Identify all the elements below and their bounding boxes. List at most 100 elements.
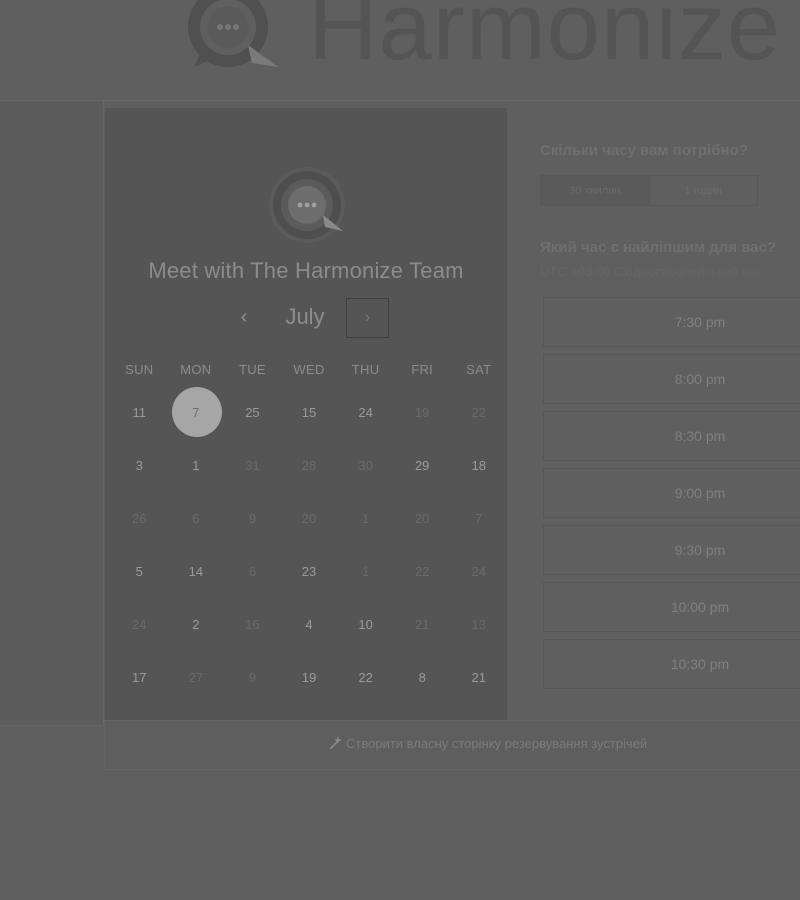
day-number: 17	[132, 670, 147, 685]
day-number: 11	[132, 405, 147, 420]
day-cell: 9	[224, 492, 281, 545]
day-number: 16	[245, 617, 260, 632]
magic-wand-icon	[329, 736, 342, 750]
day-number: 31	[245, 458, 260, 473]
day-cell[interactable]: 11	[111, 386, 168, 439]
time-slot-button[interactable]: 10:00 pm	[543, 582, 800, 632]
day-cell: 1	[337, 545, 394, 598]
day-cell: 28	[281, 439, 338, 492]
day-cell[interactable]: 19	[281, 651, 338, 704]
day-cell[interactable]: 25	[224, 386, 281, 439]
month-navigation: ‹ July ›	[105, 298, 507, 338]
day-number: 1	[361, 564, 370, 579]
day-number: 1	[361, 511, 370, 526]
timezone-label[interactable]: UTC +03:00 Східноєвропейський час	[540, 264, 800, 279]
day-cell: 27	[168, 651, 225, 704]
day-number: 2	[192, 617, 200, 632]
day-cell[interactable]: 29	[394, 439, 451, 492]
previous-month-button[interactable]: ‹	[231, 298, 257, 338]
day-cell[interactable]: 4	[281, 598, 338, 651]
time-slot-button[interactable]: 9:00 pm	[543, 468, 800, 518]
day-number: 7	[475, 511, 483, 526]
day-cell: 30	[337, 439, 394, 492]
time-slot-button[interactable]: 7:30 pm	[543, 297, 800, 347]
calendar-week-row: 3 1 31 28 30 29 18	[111, 439, 507, 492]
day-number: 21	[471, 670, 486, 685]
day-cell[interactable]: 3	[111, 439, 168, 492]
time-slot-button[interactable]: 10:30 pm	[543, 639, 800, 689]
day-cell[interactable]: 2	[168, 598, 225, 651]
day-number: 19	[301, 670, 317, 685]
duration-30-minutes-button[interactable]: 30 хвилин	[541, 176, 650, 205]
selected-day-cell[interactable]: 7	[168, 386, 225, 439]
day-cell: 13	[450, 598, 507, 651]
day-cell: 20	[394, 492, 451, 545]
next-month-button[interactable]: ›	[346, 298, 389, 338]
day-number: 30	[358, 458, 373, 473]
duration-1-hour-button[interactable]: 1 годин	[650, 176, 758, 205]
day-cell: 24	[450, 545, 507, 598]
create-booking-page-link[interactable]: Створити власну сторінку резервування зу…	[327, 735, 647, 751]
day-cell[interactable]: 22	[337, 651, 394, 704]
day-cell[interactable]: 5	[111, 545, 168, 598]
time-slot-button[interactable]: 8:30 pm	[543, 411, 800, 461]
weekday-label: WED	[293, 362, 325, 377]
day-number: 6	[192, 511, 200, 526]
chevron-right-icon: ›	[364, 309, 371, 326]
day-number: 29	[414, 458, 430, 473]
day-cell: 19	[394, 386, 451, 439]
day-cell: 21	[394, 598, 451, 651]
day-cell: 20	[281, 492, 338, 545]
time-question: Який час є найліпшим для вас?	[540, 239, 777, 256]
day-cell[interactable]: 17	[111, 651, 168, 704]
day-cell: 16	[224, 598, 281, 651]
day-number: 27	[188, 670, 204, 685]
day-number: 20	[301, 511, 317, 526]
calendar-week-row: 24 2 16 4 10 21 13	[111, 598, 507, 651]
day-number: 24	[358, 405, 373, 420]
brand-wordmark: Harmonize	[308, 0, 782, 80]
day-number: 8	[418, 670, 426, 685]
weekday-label: TUE	[238, 362, 266, 377]
day-cell[interactable]: 1	[168, 439, 225, 492]
day-number: 19	[414, 405, 430, 420]
day-number: 24	[132, 617, 147, 632]
day-cell[interactable]: 24	[337, 386, 394, 439]
day-cell[interactable]: 15	[281, 386, 338, 439]
calendar-week-row: 17 27 9 19 22 8 21	[111, 651, 507, 704]
calendar-panel: Meet with The Harmonize Team ‹ July › SU…	[105, 108, 507, 720]
brand-header: Harmonize	[186, 0, 782, 80]
day-cell[interactable]: 21	[450, 651, 507, 704]
day-number: 22	[358, 670, 373, 685]
time-slot-button[interactable]: 8:00 pm	[543, 354, 800, 404]
chevron-left-icon: ‹	[240, 306, 248, 328]
day-number: 5	[135, 564, 143, 579]
day-cell[interactable]: 8	[394, 651, 451, 704]
day-number: 25	[245, 405, 260, 420]
day-cell[interactable]: 18	[450, 439, 507, 492]
day-number: 4	[305, 617, 313, 632]
day-cell[interactable]: 14	[168, 545, 225, 598]
calendar-week-row: 5 14 6 23 1 22 24	[111, 545, 507, 598]
day-cell: 7	[450, 492, 507, 545]
frame-divider	[0, 725, 104, 726]
team-logo-icon	[269, 167, 345, 243]
time-slot-button[interactable]: 9:30 pm	[543, 525, 800, 575]
calendar-week-row: 26 6 9 20 1 20 7	[111, 492, 507, 545]
weekday-label: THU	[351, 362, 380, 377]
day-cell: 1	[337, 492, 394, 545]
day-cell: 22	[450, 386, 507, 439]
day-number: 3	[135, 458, 143, 473]
chat-bubble-q-logo-icon	[188, 0, 278, 67]
day-cell[interactable]: 10	[337, 598, 394, 651]
day-cell: 26	[111, 492, 168, 545]
day-number: 7	[192, 405, 200, 420]
day-number: 22	[414, 564, 430, 579]
create-booking-page-label: Створити власну сторінку резервування зу…	[346, 735, 648, 751]
day-number: 26	[132, 511, 147, 526]
day-cell: 22	[394, 545, 451, 598]
calendar-title: Meet with The Harmonize Team	[148, 258, 464, 283]
calendar-week-row: 11 7 25 15 24 19 22	[111, 386, 507, 439]
day-cell[interactable]: 23	[281, 545, 338, 598]
booking-page: Harmonize Meet with The Harmonize Team ‹…	[0, 0, 800, 900]
